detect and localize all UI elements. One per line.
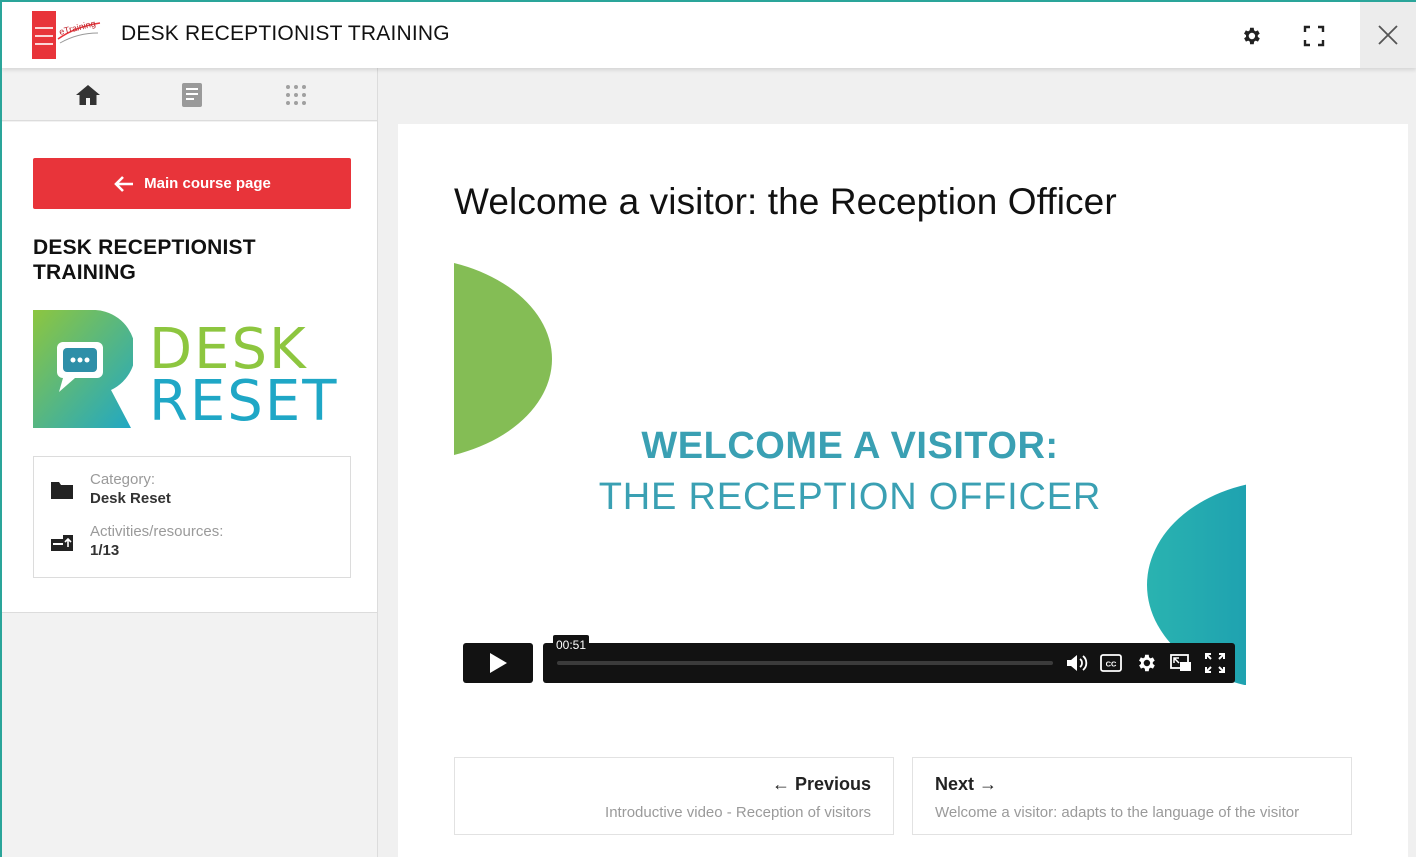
- category-row: Category: Desk Reset: [50, 471, 340, 511]
- close-icon: [1378, 25, 1398, 45]
- folder-icon: [51, 482, 73, 499]
- desk-reset-logo: DESK RESET: [33, 310, 353, 430]
- arrow-left-icon: [113, 175, 135, 193]
- main-course-label: Main course page: [144, 175, 271, 192]
- category-label: Category:: [90, 471, 156, 488]
- course-info-box: Category: Desk Reset Activities/resource…: [33, 456, 351, 578]
- book-button[interactable]: [177, 80, 207, 110]
- play-icon: [490, 653, 507, 673]
- picture-in-picture-icon: [1170, 654, 1191, 671]
- sidebar-nav: [2, 68, 377, 121]
- video-title-line2: THE RECEPTION OFFICER: [598, 476, 1102, 518]
- course-panel: Main course page DESK RECEPTIONIST TRAIN…: [2, 122, 377, 613]
- video-controls: 00:51 CC: [543, 635, 1235, 683]
- gear-icon: [1139, 654, 1155, 672]
- volume-button[interactable]: [1065, 651, 1089, 675]
- content-card: Welcome a visitor: the Reception Officer…: [398, 124, 1408, 857]
- next-activity-link[interactable]: Next → Welcome a visitor: adapts to the …: [912, 757, 1352, 835]
- book-icon: [182, 83, 202, 107]
- activities-row: Activities/resources: 1/13: [50, 523, 340, 563]
- activities-value: 1/13: [90, 542, 120, 559]
- close-button[interactable]: [1360, 2, 1416, 68]
- activities-label: Activities/resources:: [90, 523, 224, 540]
- next-label: Next →: [935, 774, 998, 794]
- category-value: Desk Reset: [90, 490, 171, 507]
- top-bar: eTraining DESK RECEPTIONIST TRAINING: [2, 2, 1416, 68]
- fullscreen-button[interactable]: [1294, 16, 1334, 56]
- video-player[interactable]: WELCOME A VISITOR: THE RECEPTION OFFICER…: [454, 257, 1246, 685]
- video-settings-button[interactable]: [1134, 651, 1158, 675]
- logo-reset-text: RESET: [149, 369, 339, 434]
- home-icon: [76, 85, 100, 105]
- main-course-button[interactable]: Main course page: [33, 158, 351, 209]
- previous-activity-link[interactable]: ← Previous Introductive video - Receptio…: [454, 757, 894, 835]
- svg-text:eTraining: eTraining: [58, 18, 97, 37]
- grid-button[interactable]: [281, 80, 311, 110]
- previous-label: ← Previous: [771, 774, 871, 794]
- progress-bar[interactable]: 00:51: [553, 635, 1053, 665]
- expand-icon: [1205, 653, 1225, 673]
- play-button[interactable]: [463, 643, 533, 683]
- volume-icon: [1067, 655, 1088, 671]
- previous-subtitle: Introductive video - Reception of visito…: [605, 804, 871, 821]
- time-tooltip: 00:51: [553, 635, 590, 661]
- activities-icon: [51, 535, 73, 551]
- video-fullscreen-button[interactable]: [1203, 651, 1227, 675]
- settings-button[interactable]: [1231, 16, 1271, 56]
- home-button[interactable]: [73, 80, 103, 110]
- sidebar: Main course page DESK RECEPTIONIST TRAIN…: [2, 68, 378, 857]
- etraining-logo: eTraining: [32, 11, 102, 59]
- next-subtitle: Welcome a visitor: adapts to the languag…: [935, 804, 1300, 821]
- svg-text:CC: CC: [1106, 660, 1117, 669]
- pip-button[interactable]: [1169, 651, 1193, 675]
- gear-icon: [1244, 27, 1260, 45]
- captions-button[interactable]: CC: [1099, 651, 1123, 675]
- video-title-line1: WELCOME A VISITOR:: [641, 425, 1059, 467]
- app-title: DESK RECEPTIONIST TRAINING: [121, 22, 450, 45]
- grid-icon: [286, 85, 306, 105]
- page-title: Welcome a visitor: the Reception Officer: [454, 181, 1117, 222]
- captions-icon: CC: [1100, 654, 1122, 672]
- expand-icon: [1303, 25, 1325, 47]
- app-window: eTraining DESK RECEPTIONIST TRAINING Mai…: [0, 0, 1416, 857]
- course-title: DESK RECEPTIONIST TRAINING: [33, 236, 256, 284]
